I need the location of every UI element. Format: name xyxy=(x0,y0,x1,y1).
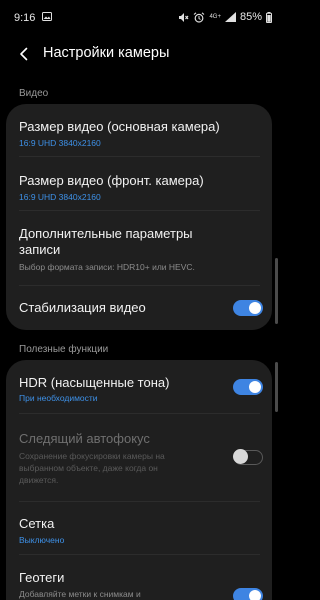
gallery-notification-icon xyxy=(42,12,52,21)
app-header: Настройки камеры xyxy=(0,38,284,70)
scrollbar[interactable] xyxy=(275,258,278,324)
back-button[interactable] xyxy=(13,43,35,65)
status-bar: 9:16 4G+ 85% xyxy=(0,0,284,38)
row-subtitle: 16:9 UHD 3840x2160 xyxy=(19,192,101,202)
row-title-line2: записи xyxy=(19,242,61,257)
useful-functions-card: HDR (насыщенные тона) При необходимости … xyxy=(6,360,272,600)
row-subtitle-line1: Сохранение фокусировки камеры на xyxy=(19,451,165,461)
tracking-af-toggle[interactable] xyxy=(233,449,263,465)
stabilization-toggle[interactable] xyxy=(233,300,263,316)
status-right-group: 4G+ 85% xyxy=(178,11,272,23)
row-subtitle-line3: движется. xyxy=(19,475,59,485)
row-subtitle: Выбор формата записи: HDR10+ или HEVC. xyxy=(19,262,195,272)
row-tracking-autofocus[interactable]: Следящий автофокус Сохранение фокусировк… xyxy=(6,414,272,501)
chevron-left-icon xyxy=(20,47,28,61)
status-time: 9:16 xyxy=(14,12,36,24)
row-title: Размер видео (основная камера) xyxy=(19,119,220,134)
row-subtitle: При необходимости xyxy=(19,393,98,403)
section-title-useful: Полезные функции xyxy=(19,344,109,355)
row-title: Стабилизация видео xyxy=(19,300,146,315)
video-settings-card: Размер видео (основная камера) 16:9 UHD … xyxy=(6,104,272,330)
row-subtitle: Выключено xyxy=(19,535,65,545)
hdr-toggle[interactable] xyxy=(233,379,263,395)
row-title: Сетка xyxy=(19,516,55,531)
camera-settings-screen: 9:16 4G+ 85% Настройки камеры Видео Разм… xyxy=(0,0,284,600)
row-advanced-recording[interactable]: Дополнительные параметры записи Выбор фо… xyxy=(6,211,272,285)
battery-percent: 85% xyxy=(239,11,262,23)
row-subtitle: 16:9 UHD 3840x2160 xyxy=(19,138,101,148)
row-video-stabilization[interactable]: Стабилизация видео xyxy=(6,286,272,330)
mute-icon xyxy=(179,12,189,22)
page-title: Настройки камеры xyxy=(43,45,170,61)
row-grid[interactable]: Сетка Выключено xyxy=(6,502,272,553)
row-hdr[interactable]: HDR (насыщенные тона) При необходимости xyxy=(6,360,272,412)
row-title: Геотеги xyxy=(19,570,65,585)
row-video-size-main[interactable]: Размер видео (основная камера) 16:9 UHD … xyxy=(6,104,272,156)
row-title-line1: Дополнительные параметры xyxy=(19,226,193,241)
row-title: Размер видео (фронт. камера) xyxy=(19,173,204,188)
section-title-video: Видео xyxy=(19,88,49,99)
alarm-icon xyxy=(194,11,205,23)
battery-icon xyxy=(266,11,272,23)
signal-icon xyxy=(224,12,236,22)
scrollbar-secondary xyxy=(275,362,278,412)
row-title: Следящий автофокус xyxy=(19,431,150,446)
row-subtitle-line2: выбранном объекте, даже когда он xyxy=(19,463,158,473)
row-title: HDR (насыщенные тона) xyxy=(19,375,170,390)
geotags-toggle[interactable] xyxy=(233,588,263,600)
network-type-label: 4G+ xyxy=(209,14,221,20)
row-geotags[interactable]: Геотеги Добавляйте метки к снимкам и xyxy=(6,555,272,600)
row-video-size-front[interactable]: Размер видео (фронт. камера) 16:9 UHD 38… xyxy=(6,157,272,210)
row-subtitle: Добавляйте метки к снимкам и xyxy=(19,589,141,599)
